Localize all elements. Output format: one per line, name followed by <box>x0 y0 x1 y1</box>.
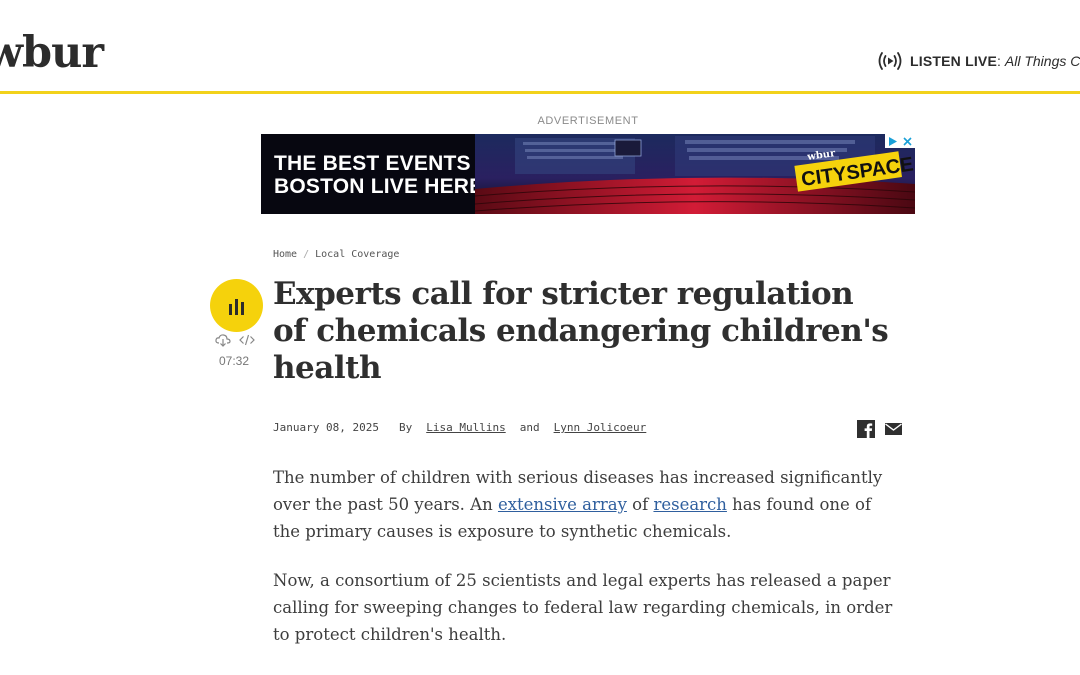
ad-headline: THE BEST EVENTS IN BOSTON LIVE HERE. <box>274 152 504 198</box>
ad-theater-image: wbur CITYSPACE <box>475 134 915 214</box>
share-buttons <box>857 420 903 438</box>
listen-live-label: LISTEN LIVE <box>910 53 997 69</box>
email-icon[interactable] <box>884 420 903 438</box>
ad-headline-line1: THE BEST EVENTS IN <box>274 152 499 175</box>
byline-and: and <box>519 421 540 434</box>
breadcrumb: Home / Local Coverage <box>273 249 399 260</box>
link-research[interactable]: research <box>653 495 726 514</box>
article-headline: Experts call for stricter regulation of … <box>273 276 889 386</box>
breadcrumb-separator: / <box>303 249 310 260</box>
paragraph-2: Now, a consortium of 25 scientists and l… <box>273 571 893 644</box>
listen-live-show: All Things Co <box>1004 53 1080 69</box>
author-link-1[interactable]: Lisa Mullins <box>426 421 505 434</box>
audio-tools <box>215 333 255 347</box>
author-link-2[interactable]: Lynn Jolicoeur <box>554 421 647 434</box>
publish-date: January 08, 2025 <box>273 421 379 434</box>
breadcrumb-section[interactable]: Local Coverage <box>315 249 399 260</box>
article-body: The number of children with serious dise… <box>273 464 898 670</box>
site-header: wbur LISTEN LIVE: All Things Co <box>0 0 1080 94</box>
paragraph-1: The number of children with serious dise… <box>273 468 883 541</box>
byline-by: By <box>398 421 413 434</box>
wbur-logo[interactable]: wbur <box>0 28 104 78</box>
ad-choices-controls[interactable] <box>885 134 915 148</box>
embed-code-icon[interactable] <box>239 333 255 347</box>
link-extensive-array[interactable]: extensive array <box>498 495 627 514</box>
listen-live-button[interactable]: LISTEN LIVE: All Things Co <box>876 50 1080 72</box>
breadcrumb-home[interactable]: Home <box>273 249 297 260</box>
byline: January 08, 2025 By Lisa Mullins and Lyn… <box>273 421 646 434</box>
audio-duration: 07:32 <box>219 354 250 368</box>
listen-live-separator: : <box>997 53 1001 69</box>
ad-close-icon[interactable] <box>902 136 913 147</box>
broadcast-icon <box>878 52 902 70</box>
ad-headline-line2: BOSTON LIVE HERE. <box>274 175 490 198</box>
advertisement-label: ADVERTISEMENT <box>537 115 639 127</box>
audio-bars-icon <box>229 304 232 315</box>
audio-play-button[interactable] <box>210 279 263 332</box>
facebook-icon[interactable] <box>857 420 875 438</box>
download-icon[interactable] <box>215 333 231 347</box>
adchoices-play-icon[interactable] <box>887 136 898 147</box>
ad-banner[interactable]: THE BEST EVENTS IN BOSTON LIVE HERE. wbu… <box>261 134 915 214</box>
